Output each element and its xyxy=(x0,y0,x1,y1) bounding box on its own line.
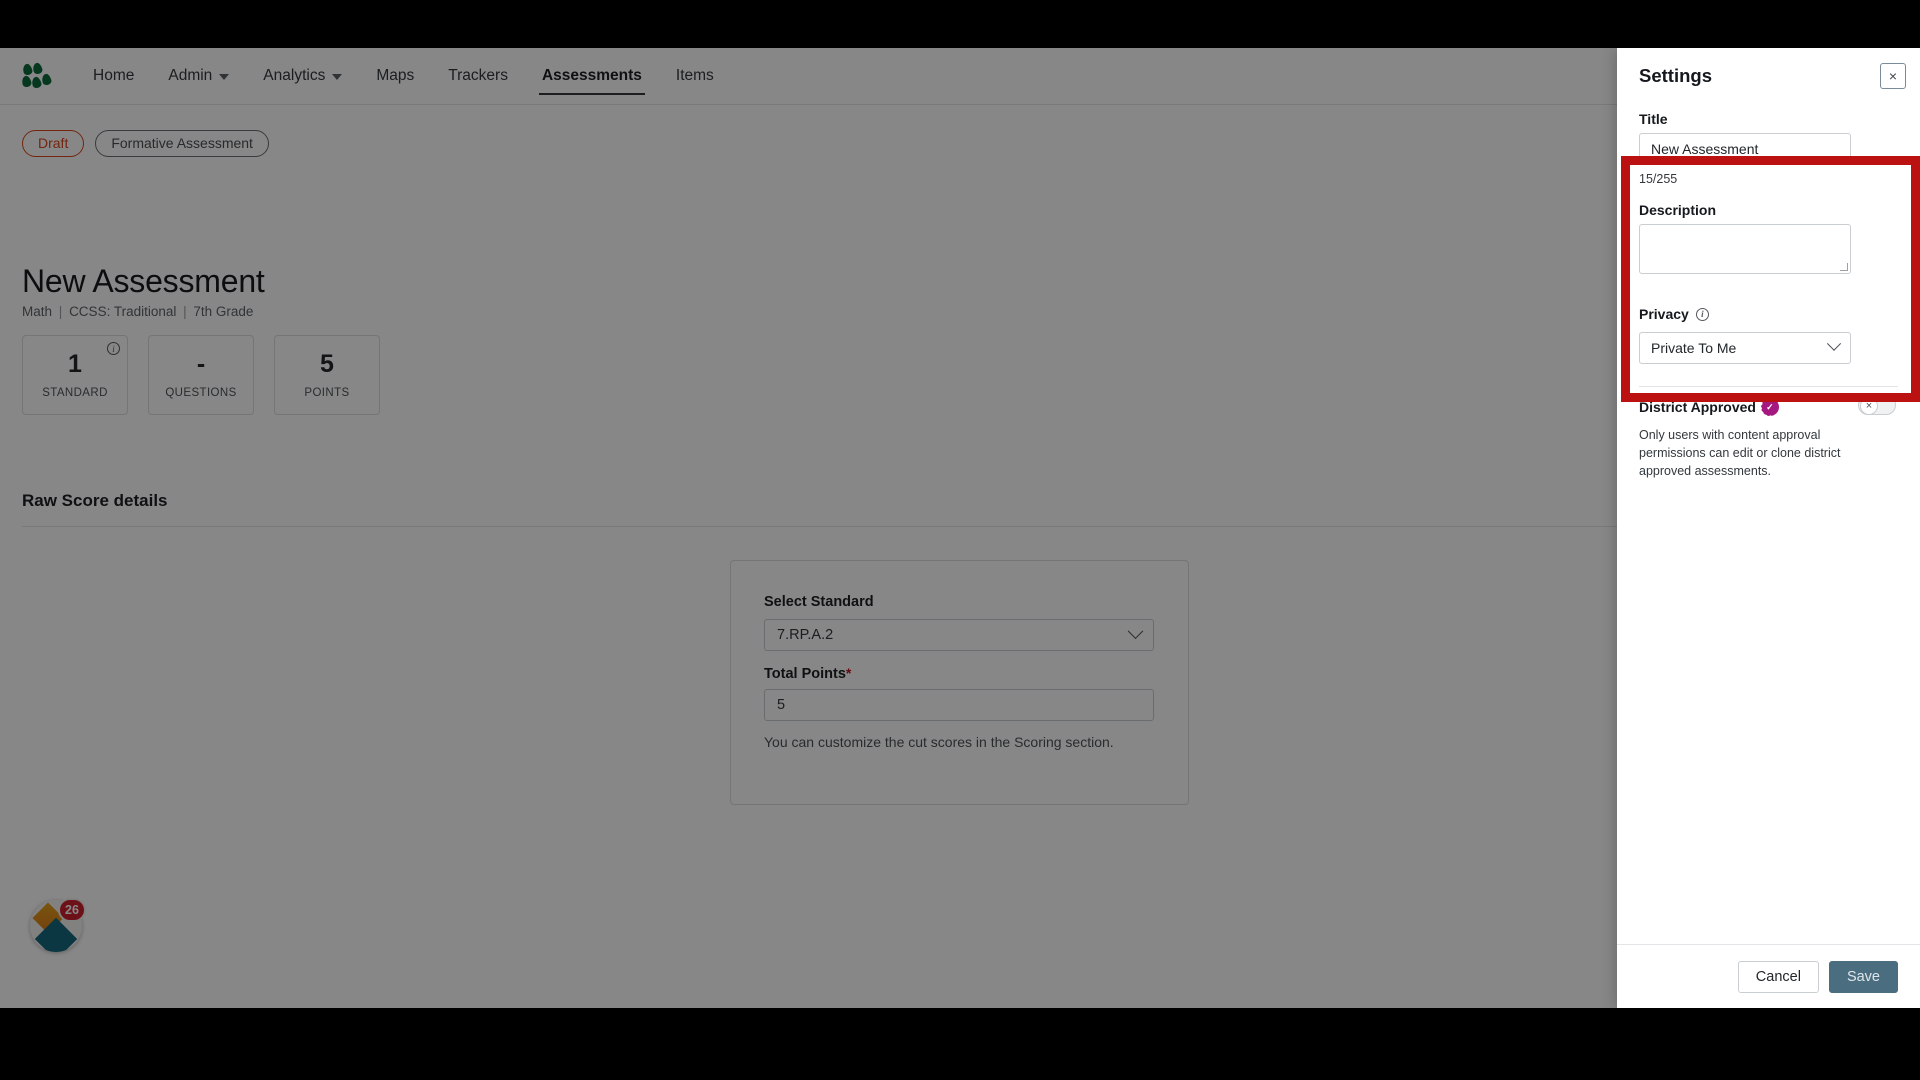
nav-item-home[interactable]: Home xyxy=(76,48,151,105)
logo-leaf xyxy=(31,61,44,76)
logo-leaf xyxy=(21,62,34,77)
stat-label: QUESTIONS xyxy=(165,386,237,399)
nav-item-label: Items xyxy=(675,67,714,84)
settings-drawer: Settings × Title New Assessment 15/255 D… xyxy=(1617,48,1920,1008)
select-standard-value: 7.RP.A.2 xyxy=(777,627,834,643)
verified-badge-icon: ✓ xyxy=(1762,400,1777,414)
cut-scores-help-text: You can customize the cut scores in the … xyxy=(764,734,1114,750)
settings-title: Settings xyxy=(1639,64,1712,86)
nav-item-trackers[interactable]: Trackers xyxy=(431,48,525,105)
privacy-label: Privacy i xyxy=(1639,306,1709,322)
total-points-label: Total Points* xyxy=(764,665,851,682)
chevron-down-icon xyxy=(219,74,230,80)
select-standard-dropdown[interactable]: 7.RP.A.2 xyxy=(764,619,1154,651)
total-points-value: 5 xyxy=(777,697,786,713)
nav-item-label: Trackers xyxy=(448,67,508,84)
notification-badge: 26 xyxy=(58,898,86,922)
stat-card-standard: i 1 STANDARD xyxy=(22,335,128,415)
raw-score-form-card: Select Standard 7.RP.A.2 Total Points* 5… xyxy=(730,560,1189,805)
subject-label: Math xyxy=(22,304,53,319)
app-window: Home Admin Analytics Maps Trackers Asses… xyxy=(0,48,1920,1008)
nav-item-label: Assessments xyxy=(541,67,642,84)
settings-drawer-header: Settings × xyxy=(1617,48,1920,103)
title-field-label: Title xyxy=(1639,111,1668,127)
nav-item-admin[interactable]: Admin xyxy=(151,48,246,105)
title-input[interactable]: New Assessment xyxy=(1639,133,1851,164)
nav-item-label: Home xyxy=(93,67,135,84)
nav-item-label: Analytics xyxy=(263,67,326,84)
stat-card-row: i 1 STANDARD - QUESTIONS 5 POINTS xyxy=(22,335,380,415)
required-asterisk: * xyxy=(845,665,852,681)
privacy-label-text: Privacy xyxy=(1639,306,1689,322)
select-standard-label: Select Standard xyxy=(764,594,874,610)
logo-leaf xyxy=(40,72,53,87)
privacy-value: Private To Me xyxy=(1651,340,1737,356)
info-icon[interactable]: i xyxy=(107,342,120,355)
status-chip-row: Draft Formative Assessment xyxy=(22,130,269,157)
total-points-label-text: Total Points xyxy=(764,666,846,682)
settings-drawer-body: Title New Assessment 15/255 Description … xyxy=(1617,103,1920,944)
stat-value: 5 xyxy=(320,349,334,378)
description-textarea[interactable] xyxy=(1639,224,1851,274)
logo-leaf xyxy=(20,74,33,89)
nav-item-label: Admin xyxy=(168,67,213,84)
stat-value: - xyxy=(196,349,206,378)
page-title: New Assessment xyxy=(22,263,265,299)
chevron-down-icon xyxy=(1826,336,1842,351)
assessment-type-badge: Formative Assessment xyxy=(95,130,269,157)
logo-leaf xyxy=(30,75,43,90)
nav-item-items[interactable]: Items xyxy=(659,48,731,105)
nav-item-assessments[interactable]: Assessments xyxy=(525,48,659,105)
app-logo-icon[interactable] xyxy=(20,61,53,90)
stat-label: POINTS xyxy=(304,386,350,399)
status-badge-draft: Draft xyxy=(22,130,85,157)
grade-label: 7th Grade xyxy=(193,304,254,319)
title-input-value: New Assessment xyxy=(1651,140,1759,157)
divider: | xyxy=(183,304,187,319)
section-heading-raw-score-details: Raw Score details xyxy=(22,491,168,510)
stat-value: 1 xyxy=(68,349,82,378)
stat-label: STANDARD xyxy=(42,386,108,399)
title-char-counter: 15/255 xyxy=(1639,172,1678,186)
district-approved-label-text: District Approved xyxy=(1639,399,1756,415)
divider xyxy=(22,526,1632,527)
description-field-label: Description xyxy=(1639,202,1717,218)
district-approved-help-text: Only users with content approval permiss… xyxy=(1639,428,1841,478)
close-icon[interactable]: × xyxy=(1880,62,1906,89)
help-widget-avatar[interactable]: 26 xyxy=(30,898,86,952)
toggle-knob: × xyxy=(1860,397,1878,415)
total-points-input[interactable]: 5 xyxy=(764,689,1154,721)
nav-item-analytics[interactable]: Analytics xyxy=(246,48,359,105)
framework-label: CCSS: Traditional xyxy=(69,304,177,319)
info-icon[interactable]: i xyxy=(1695,307,1709,321)
stat-card-questions: - QUESTIONS xyxy=(148,335,254,415)
divider: | xyxy=(58,304,63,319)
page-subtitle: Math | CCSS: Traditional | 7th Grade xyxy=(22,304,253,319)
settings-drawer-footer: Cancel Save xyxy=(1617,944,1920,1008)
nav-items: Home Admin Analytics Maps Trackers Asses… xyxy=(76,48,731,105)
chevron-down-icon xyxy=(332,74,343,80)
divider xyxy=(1639,386,1898,387)
nav-item-maps[interactable]: Maps xyxy=(359,48,431,105)
stat-card-points: 5 POINTS xyxy=(274,335,380,415)
privacy-dropdown[interactable]: Private To Me xyxy=(1639,332,1851,364)
nav-item-label: Maps xyxy=(376,67,415,84)
district-approved-label: District Approved ✓ xyxy=(1639,399,1777,415)
chevron-down-icon xyxy=(1127,622,1144,639)
save-button[interactable]: Save xyxy=(1828,960,1898,993)
cancel-button[interactable]: Cancel xyxy=(1737,960,1819,993)
district-approved-toggle[interactable]: × xyxy=(1858,395,1896,415)
